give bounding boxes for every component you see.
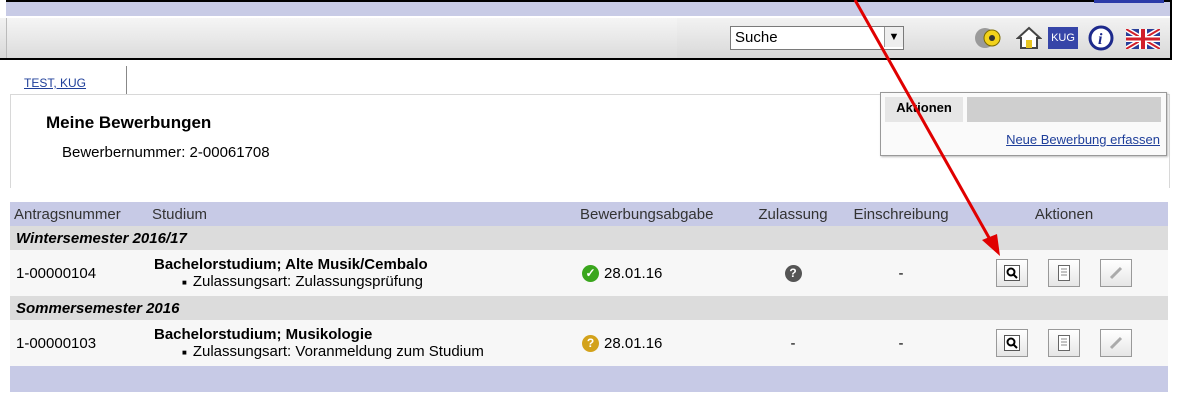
view-button[interactable] [995,259,1028,287]
toolbar: Suche ▼ KUG i [0,18,1172,60]
question-circle-icon: ? [784,264,802,282]
applications-table: Antragsnummer Studium Bewerbungsabgabe Z… [10,202,1168,392]
pencil-icon [1110,336,1123,350]
submitted-cell: ? 28.01.16 [576,320,744,366]
study-detail: Zulassungsart: Zulassungsprüfung [154,273,570,290]
study-cell: Bachelorstudium; Musikologie Zulassungsa… [148,320,576,366]
col-header-submitted: Bewerbungsabgabe [576,202,744,226]
document-button[interactable] [1048,259,1080,287]
document-icon [1058,335,1070,351]
table-header-row: Antragsnummer Studium Bewerbungsabgabe Z… [10,202,1168,226]
toolbar-left-area [6,18,677,58]
search-select[interactable]: Suche ▼ [730,26,904,50]
home-icon[interactable] [1014,23,1044,53]
document-button[interactable] [1048,329,1080,357]
semester-label: Sommersemester 2016 [10,296,1168,320]
semester-label: Wintersemester 2016/17 [10,226,1168,250]
semester-row: Wintersemester 2016/17 [10,226,1168,250]
pencil-icon [1110,266,1123,280]
actions-box-label: Aktionen [885,97,963,122]
enrollment-cell: - [842,250,960,296]
check-circle-icon: ✓ [582,264,599,282]
user-tab[interactable]: TEST, KUG [14,66,127,94]
actions-box-header: Aktionen [885,97,1161,122]
info-icon[interactable]: i [1086,23,1116,53]
col-header-actions: Aktionen [960,202,1168,226]
col-header-number: Antragsnummer [10,202,148,226]
submitted-date: 28.01.16 [604,334,663,352]
edit-button[interactable] [1100,329,1133,357]
pending-circle-icon: ? [582,334,599,352]
study-cell: Bachelorstudium; Alte Musik/Cembalo Zula… [148,250,576,296]
application-number: 1-00000104 [10,250,148,296]
submitted-date: 28.01.16 [604,264,663,282]
col-header-enrollment: Einschreibung [842,202,960,226]
study-title: Bachelorstudium; Alte Musik/Cembalo [154,256,428,273]
application-number: 1-00000103 [10,320,148,366]
actions-box: Aktionen Neue Bewerbung erfassen [880,92,1167,156]
view-button[interactable] [995,329,1028,357]
admission-cell: ? [744,250,842,296]
col-header-admission: Zulassung [744,202,842,226]
magnifier-icon [1003,335,1020,351]
table-footer-row [10,366,1168,392]
kug-icon[interactable]: KUG [1048,27,1078,49]
study-detail: Zulassungsart: Voranmeldung zum Studium [154,343,570,360]
applicant-number: Bewerbernummer: 2-00061708 [62,144,270,161]
user-tab-link[interactable]: TEST, KUG [24,76,86,90]
edit-button[interactable] [1100,259,1133,287]
col-header-study: Studium [148,202,576,226]
actions-box-header-fill [967,97,1161,122]
admission-cell: - [744,320,842,366]
document-icon [1058,265,1070,281]
magnifier-icon [1003,265,1020,281]
table-row: 1-00000104 Bachelorstudium; Alte Musik/C… [10,250,1168,296]
study-title: Bachelorstudium; Musikologie [154,326,373,343]
top-band [6,0,1170,16]
svg-text:i: i [1098,31,1103,48]
new-application-link[interactable]: Neue Bewerbung erfassen [1006,132,1160,147]
actions-cell [960,250,1168,296]
top-strip [0,0,1172,18]
search-select-value: Suche [735,29,778,46]
page-title: Meine Bewerbungen [46,113,212,132]
chevron-down-icon[interactable]: ▼ [884,27,903,47]
key-icon[interactable] [972,23,1008,53]
submitted-cell: ✓ 28.01.16 [576,250,744,296]
enrollment-cell: - [842,320,960,366]
semester-row: Sommersemester 2016 [10,296,1168,320]
actions-cell [960,320,1168,366]
accent-line [1094,0,1164,3]
table-row: 1-00000103 Bachelorstudium; Musikologie … [10,320,1168,366]
uk-flag-icon[interactable] [1126,29,1160,49]
